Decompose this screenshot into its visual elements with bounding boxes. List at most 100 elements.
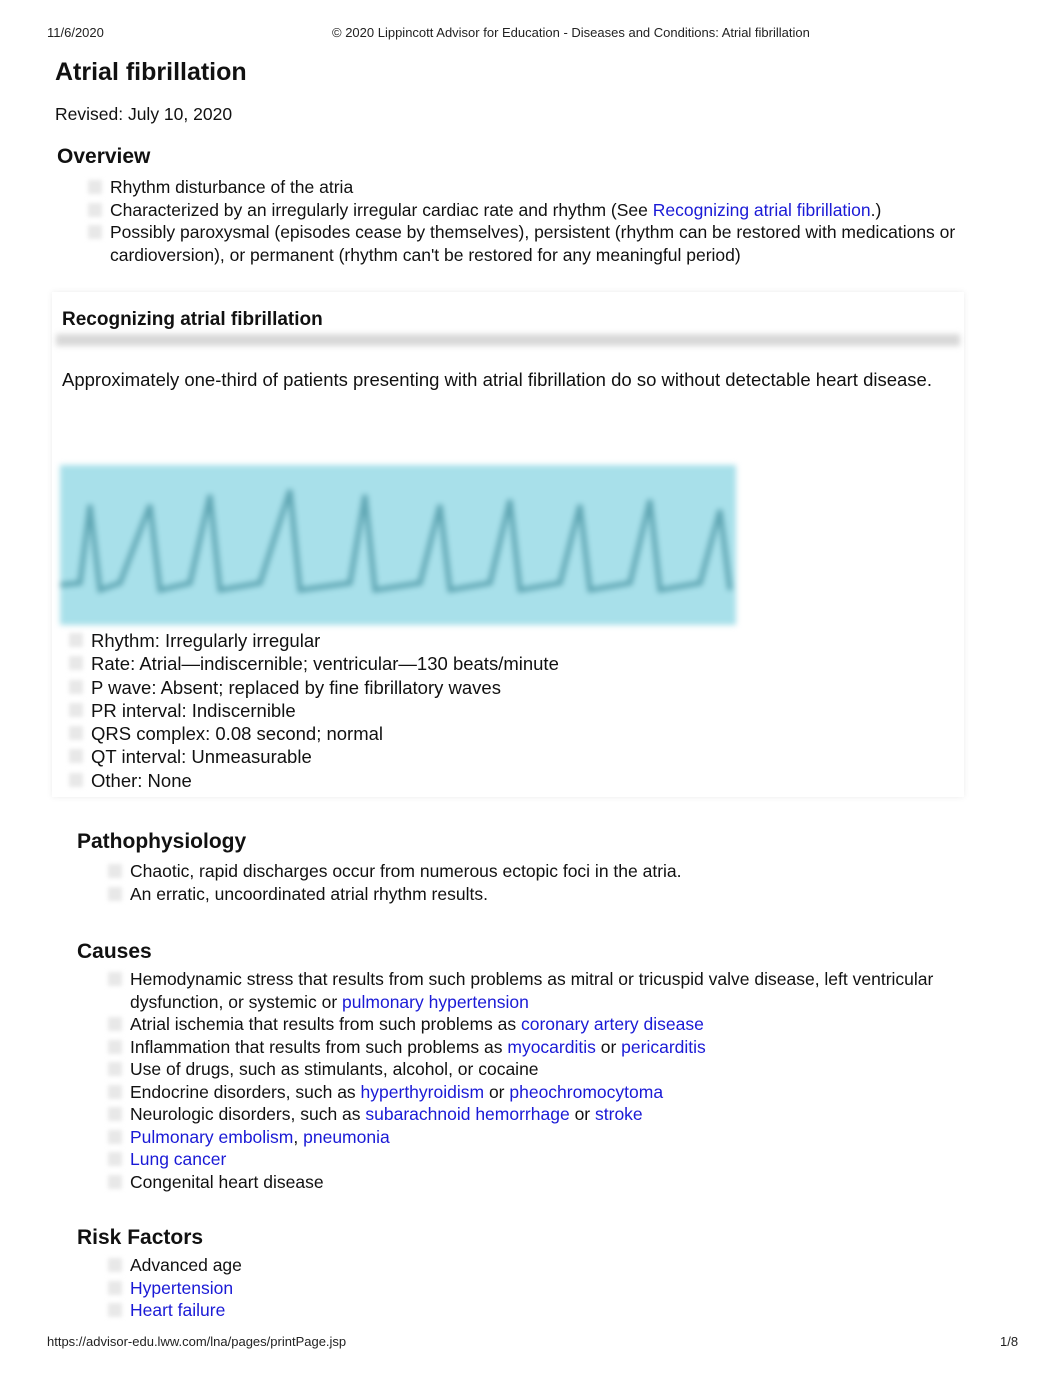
- bullet-icon: [69, 656, 83, 671]
- list-item: Rhythm: Irregularly irregular: [69, 629, 951, 652]
- list-item-text: Use of drugs, such as stimulants, alcoho…: [130, 1059, 539, 1079]
- list-item-text: Rhythm disturbance of the atria: [110, 177, 354, 197]
- list-item-text: ,: [293, 1126, 304, 1147]
- list-item: Other: None: [69, 769, 951, 792]
- page-number: 1/8: [1000, 1334, 1019, 1349]
- list-item-text: .): [870, 199, 882, 220]
- list-item-text: Possibly paroxysmal (episodes cease by t…: [110, 222, 956, 265]
- bullet-icon: [108, 1062, 122, 1076]
- bullet-icon: [108, 1174, 122, 1189]
- recognizing-intro: Approximately one-third of patients pres…: [62, 369, 932, 390]
- print-title: © 2020 Lippincott Advisor for Education …: [332, 25, 810, 40]
- topic-link[interactable]: pericarditis: [621, 1037, 706, 1057]
- list-item-text: or: [484, 1081, 510, 1102]
- bullet-icon: [108, 864, 122, 878]
- topic-link[interactable]: hyperthyroidism: [361, 1082, 485, 1102]
- list-item-text: QRS complex: 0.08 second; normal: [91, 723, 384, 745]
- ecg-waveform: [60, 489, 733, 594]
- bullet-icon: [108, 1039, 122, 1054]
- topic-link[interactable]: pneumonia: [303, 1127, 390, 1147]
- topic-link[interactable]: coronary artery disease: [521, 1014, 704, 1034]
- print-date: 11/6/2020: [47, 25, 104, 40]
- list-item-text: Other: None: [91, 769, 192, 791]
- bullet-icon: [108, 886, 122, 901]
- risk-factors-list: Advanced age Hypertension Heart failure: [108, 1254, 990, 1322]
- topic-link[interactable]: Hypertension: [130, 1278, 233, 1298]
- topic-link[interactable]: Pulmonary embolism: [130, 1127, 293, 1147]
- list-item: PR interval: Indiscernible: [69, 699, 951, 722]
- bullet-icon: [69, 772, 83, 787]
- list-item-text: QT interval: Unmeasurable: [91, 746, 312, 768]
- topic-link[interactable]: pheochromocytoma: [509, 1082, 663, 1102]
- bullet-icon: [69, 702, 83, 717]
- list-item: Rhythm disturbance of the atria: [88, 176, 1000, 199]
- list-item: Lung cancer: [108, 1148, 990, 1171]
- list-item: QT interval: Unmeasurable: [69, 745, 951, 768]
- topic-link[interactable]: pulmonary hypertension: [342, 992, 529, 1012]
- topic-link[interactable]: myocarditis: [507, 1037, 596, 1057]
- overview-list: Rhythm disturbance of the atria Character…: [88, 176, 1000, 266]
- bullet-icon: [108, 1129, 122, 1144]
- topic-link[interactable]: Lung cancer: [130, 1149, 226, 1169]
- list-item: Possibly paroxysmal (episodes cease by t…: [88, 221, 1000, 266]
- pathophysiology-heading: Pathophysiology: [77, 830, 247, 853]
- list-item-text: Hemodynamic stress that results from suc…: [130, 969, 934, 1012]
- list-item: Characterized by an irregularly irregula…: [88, 199, 1000, 222]
- list-item: Endocrine disorders, such as hyperthyroi…: [108, 1081, 990, 1104]
- ecg-strip-image: [60, 465, 736, 625]
- topic-link[interactable]: subarachnoid hemorrhage: [365, 1104, 569, 1124]
- bullet-icon: [108, 1280, 122, 1295]
- page-url: https://advisor-edu.lww.com/lna/pages/pr…: [47, 1334, 347, 1349]
- bullet-icon: [108, 972, 122, 986]
- bullet-icon: [108, 1107, 122, 1121]
- bullet-icon: [69, 679, 83, 694]
- list-item-text: or: [595, 1036, 622, 1057]
- bullet-icon: [69, 633, 83, 647]
- list-item: Pulmonary embolism, pneumonia: [108, 1126, 990, 1149]
- topic-link[interactable]: stroke: [595, 1104, 643, 1124]
- list-item: An erratic, uncoordinated atrial rhythm …: [108, 883, 990, 906]
- list-item-text: Chaotic, rapid discharges occur from num…: [130, 861, 682, 881]
- list-item-text: Rate: Atrial—indiscernible; ventricular—…: [91, 653, 559, 675]
- list-item: Congenital heart disease: [108, 1171, 990, 1194]
- list-item: QRS complex: 0.08 second; normal: [69, 722, 951, 745]
- list-item-text: or: [569, 1104, 595, 1124]
- list-item: Chaotic, rapid discharges occur from num…: [108, 860, 990, 883]
- pathophysiology-list: Chaotic, rapid discharges occur from num…: [108, 860, 990, 906]
- list-item-text: Advanced age: [130, 1255, 242, 1275]
- list-item-text: P wave: Absent; replaced by fine fibrill…: [91, 676, 501, 698]
- bullet-icon: [108, 1303, 122, 1317]
- topic-link[interactable]: Recognizing atrial fibrillation: [653, 200, 871, 220]
- overview-heading: Overview: [57, 145, 151, 168]
- list-item-text: Endocrine disorders, such as: [130, 1081, 361, 1102]
- list-item: Inflammation that results from such prob…: [108, 1036, 990, 1059]
- bullet-icon: [108, 1084, 122, 1099]
- list-item-text: PR interval: Indiscernible: [91, 699, 296, 721]
- list-item-text: Neurologic disorders, such as: [130, 1104, 366, 1124]
- bullet-icon: [69, 726, 83, 741]
- bullet-icon: [108, 1258, 122, 1272]
- list-item-text: Atrial ischemia that results from such p…: [130, 1014, 521, 1034]
- bullet-icon: [108, 1152, 122, 1166]
- bullet-icon: [69, 749, 83, 764]
- risk-factors-heading: Risk Factors: [77, 1226, 204, 1249]
- divider: [56, 334, 960, 346]
- list-item-text: Rhythm: Irregularly irregular: [91, 630, 321, 651]
- causes-heading: Causes: [77, 940, 152, 963]
- list-item: Use of drugs, such as stimulants, alcoho…: [108, 1058, 990, 1081]
- recognizing-heading: Recognizing atrial fibrillation: [62, 309, 323, 330]
- topic-link[interactable]: Heart failure: [130, 1300, 225, 1320]
- list-item: Atrial ischemia that results from such p…: [108, 1013, 990, 1036]
- list-item: Hemodynamic stress that results from suc…: [108, 968, 990, 1013]
- list-item: Neurologic disorders, such as subarachno…: [108, 1103, 990, 1126]
- list-item-text: Congenital heart disease: [130, 1171, 324, 1192]
- ecg-criteria-list: Rhythm: Irregularly irregular Rate: Atria…: [69, 629, 951, 792]
- list-item: Advanced age: [108, 1254, 990, 1277]
- bullet-icon: [88, 180, 102, 194]
- list-item: Rate: Atrial—indiscernible; ventricular—…: [69, 652, 951, 675]
- list-item: P wave: Absent; replaced by fine fibrill…: [69, 676, 951, 699]
- page: 11/6/2020 © 2020 Lippincott Advisor for …: [0, 0, 1062, 1377]
- list-item: Heart failure: [108, 1299, 990, 1322]
- list-item: Hypertension: [108, 1277, 990, 1300]
- bullet-icon: [88, 202, 102, 217]
